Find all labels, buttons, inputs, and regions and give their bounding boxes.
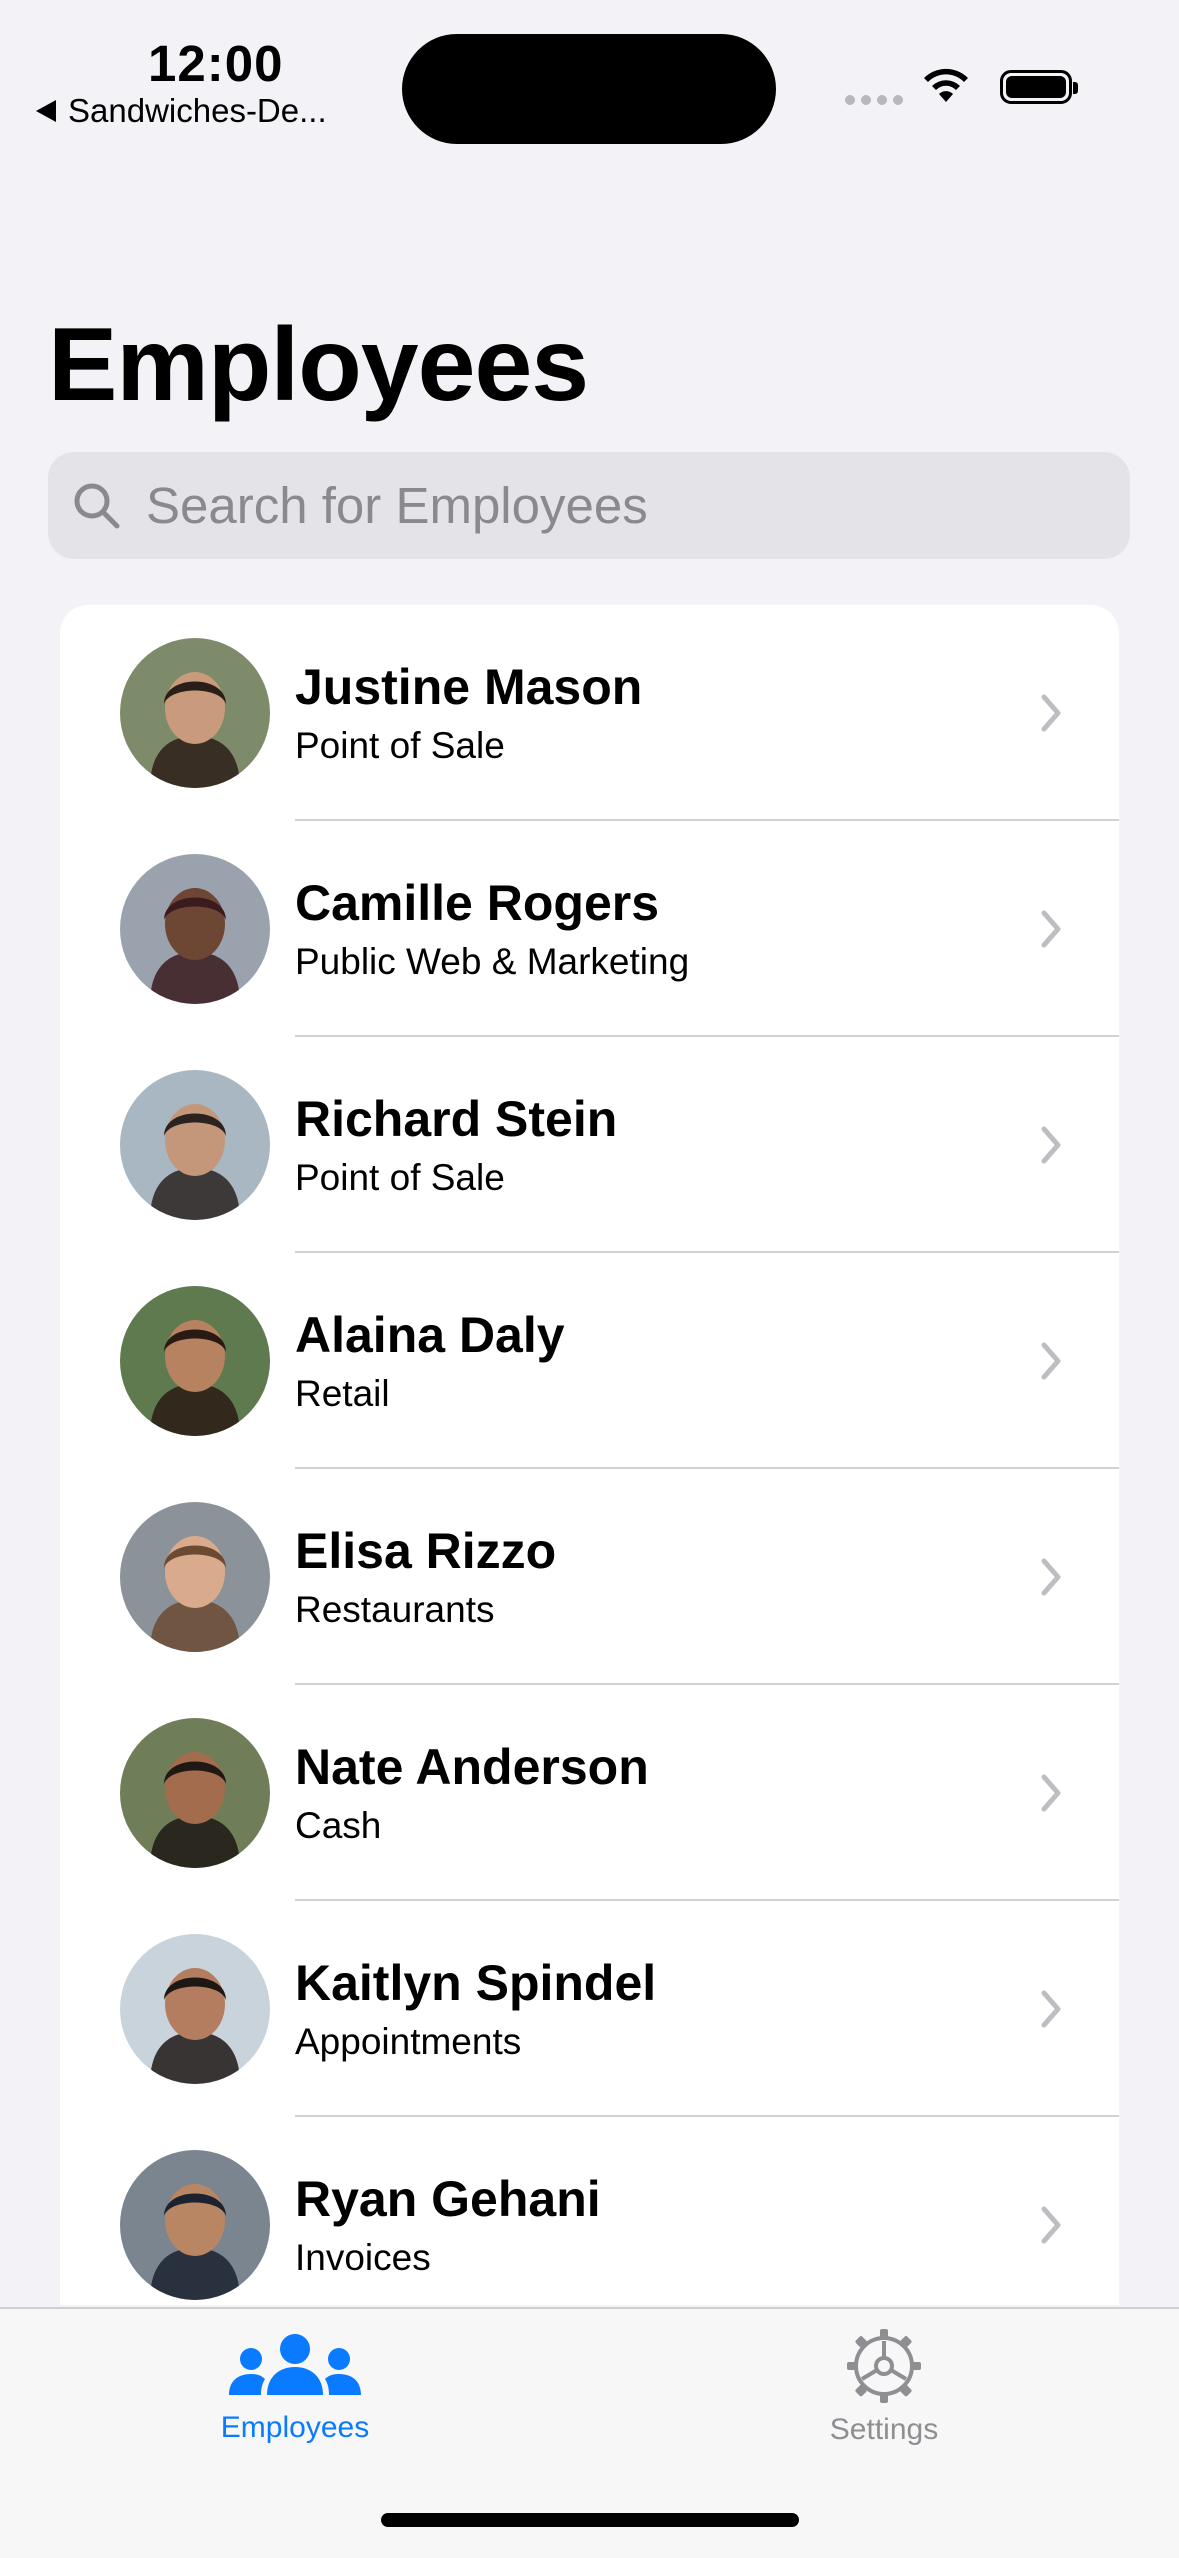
employee-department: Appointments xyxy=(295,2021,522,2062)
dynamic-island xyxy=(402,34,776,144)
wifi-icon xyxy=(924,68,968,102)
status-time: 12:00 xyxy=(148,35,284,92)
gear-icon xyxy=(847,2329,921,2403)
avatar xyxy=(120,1934,270,2084)
employee-list: Justine Mason Point of Sale Camille Rogers… xyxy=(60,605,1119,2305)
employee-row[interactable]: Kaitlyn Spindel Appointments xyxy=(60,1901,1119,2117)
employee-row[interactable]: Nate Anderson Cash xyxy=(60,1685,1119,1901)
employee-row[interactable]: Justine Mason Point of Sale xyxy=(60,605,1119,821)
avatar xyxy=(120,638,270,788)
employee-row[interactable]: Richard Stein Point of Sale xyxy=(60,1037,1119,1253)
employee-name: Richard Stein xyxy=(295,1091,618,1147)
tab-settings-label: Settings xyxy=(829,2413,939,2446)
search-icon xyxy=(74,483,120,528)
avatar xyxy=(120,1502,270,1652)
chevron-right-icon xyxy=(1041,1990,1061,2028)
back-to-app-link[interactable]: Sandwiches-De... xyxy=(36,92,327,130)
battery-icon xyxy=(1000,70,1078,104)
employee-name: Elisa Rizzo xyxy=(295,1523,557,1579)
chevron-right-icon xyxy=(1041,1774,1061,1812)
chevron-right-icon xyxy=(1041,1558,1061,1596)
avatar xyxy=(120,1070,270,1220)
chevron-right-icon xyxy=(1041,1342,1061,1380)
back-app-label: Sandwiches-De... xyxy=(68,92,327,129)
chevron-right-icon xyxy=(1041,694,1061,732)
employee-row[interactable]: Alaina Daly Retail xyxy=(60,1253,1119,1469)
employee-department: Invoices xyxy=(295,2237,431,2278)
tab-employees[interactable]: Employees xyxy=(145,2309,445,2489)
chevron-right-icon xyxy=(1041,1126,1061,1164)
cellular-signal-icon xyxy=(845,95,903,105)
search-input[interactable] xyxy=(144,475,1048,536)
avatar xyxy=(120,1286,270,1436)
chevron-right-icon xyxy=(1041,2206,1061,2244)
employee-department: Point of Sale xyxy=(295,725,505,766)
people-icon xyxy=(229,2334,361,2395)
employee-row[interactable]: Ryan Gehani Invoices xyxy=(60,2117,1119,2305)
employee-name: Justine Mason xyxy=(295,659,643,715)
avatar xyxy=(120,2150,270,2300)
home-indicator xyxy=(381,2513,799,2527)
chevron-right-icon xyxy=(1041,910,1061,948)
employee-department: Point of Sale xyxy=(295,1157,505,1198)
tab-settings[interactable]: Settings xyxy=(734,2309,1034,2489)
employee-name: Kaitlyn Spindel xyxy=(295,1955,657,2011)
back-triangle-icon xyxy=(36,100,56,122)
page-title: Employees xyxy=(48,307,589,423)
employee-row[interactable]: Camille Rogers Public Web & Marketing xyxy=(60,821,1119,1037)
employee-name: Alaina Daly xyxy=(295,1307,565,1363)
employee-department: Restaurants xyxy=(295,1589,495,1630)
employee-department: Public Web & Marketing xyxy=(295,941,690,982)
tab-employees-label: Employees xyxy=(220,2411,370,2444)
employee-department: Cash xyxy=(295,1805,382,1846)
employee-row[interactable]: Elisa Rizzo Restaurants xyxy=(60,1469,1119,1685)
employee-name: Nate Anderson xyxy=(295,1739,649,1795)
employee-name: Ryan Gehani xyxy=(295,2171,601,2227)
employee-name: Camille Rogers xyxy=(295,875,660,931)
avatar xyxy=(120,854,270,1004)
search-field[interactable] xyxy=(48,452,1130,559)
avatar xyxy=(120,1718,270,1868)
employee-department: Retail xyxy=(295,1373,390,1414)
